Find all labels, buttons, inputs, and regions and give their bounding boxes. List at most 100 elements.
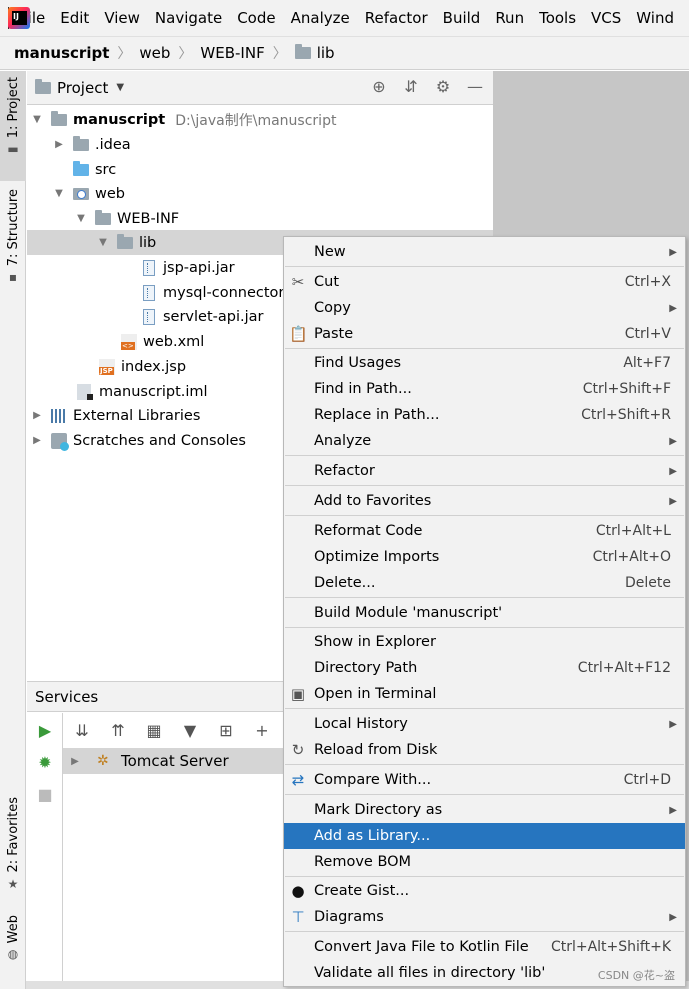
menu-item-add-to-favorites[interactable]: Add to Favorites ▶ [284,488,685,514]
menu-item-open-in-terminal[interactable]: ▣ Open in Terminal [284,681,685,707]
menu-refactor[interactable]: Refactor [365,9,428,27]
folder-icon [73,135,89,151]
minimize-icon[interactable]: — [465,77,485,97]
menu-item-optimize-imports[interactable]: Optimize Imports Ctrl+Alt+O [284,544,685,570]
menu-item-mark-directory-as[interactable]: Mark Directory as ▶ [284,797,685,823]
menu-separator [285,455,684,456]
menu-item-cut[interactable]: ✂ Cut Ctrl+X [284,269,685,295]
menu-item-create-gist[interactable]: ● Create Gist... [284,878,685,904]
module-folder-icon [51,110,67,126]
menu-separator [285,876,684,877]
tool-tab-favorites[interactable]: 2: Favorites ★ [0,791,26,901]
tool-tab-project[interactable]: 1: Project ▬ [0,71,26,181]
menu-edit[interactable]: Edit [60,9,89,27]
web-folder-icon [73,187,89,200]
compare-arrows-icon: ⇄ [291,771,305,789]
menu-item-compare-with[interactable]: ⇄ Compare With... Ctrl+D [284,767,685,793]
menu-item-directory-path[interactable]: Directory Path Ctrl+Alt+F12 [284,655,685,681]
tree-node-manuscript-iml[interactable]: manuscript.iml [77,379,208,404]
menu-item-delete[interactable]: Delete... Delete [284,570,685,596]
breadcrumb-manuscript[interactable]: manuscript [14,44,109,62]
expanded-arrow-icon: ▼ [55,188,63,199]
tree-node-jsp-api-jar[interactable]: jsp-api.jar [143,255,235,280]
group-by-icon[interactable]: ▦ [143,721,165,740]
menu-separator [285,764,684,765]
expand-all-icon[interactable]: ⇊ [71,721,93,740]
tree-node-external-libraries[interactable]: ▶ External Libraries [31,403,200,428]
menu-navigate[interactable]: Navigate [155,9,222,27]
menu-vcs[interactable]: VCS [591,9,621,27]
main-menu-bar: File Edit View Navigate Code Analyze Ref… [0,0,689,36]
submenu-arrow-icon: ▶ [669,911,677,923]
menu-view[interactable]: View [104,9,140,27]
gear-icon[interactable]: ⚙ [433,77,453,97]
scratches-icon [51,432,69,451]
folder-icon [294,44,311,59]
menu-separator [285,348,684,349]
structure-icon: ▪ [8,270,18,285]
menu-analyze[interactable]: Analyze [291,9,350,27]
tree-node-scratches[interactable]: ▶ Scratches and Consoles [31,428,246,453]
menu-separator [285,931,684,932]
menu-window[interactable]: Wind [636,9,674,27]
run-icon[interactable]: ▶ [35,721,55,741]
tree-node-web-xml[interactable]: web.xml [121,329,204,354]
menu-item-convert-to-kotlin[interactable]: Convert Java File to Kotlin File Ctrl+Al… [284,934,685,960]
debug-bug-icon[interactable]: ✹ [35,753,55,773]
collapse-all-icon[interactable]: ⇈ [107,721,129,740]
menu-item-find-usages[interactable]: Find Usages Alt+F7 [284,350,685,376]
tree-node-servlet-api-jar[interactable]: servlet-api.jar [143,304,264,329]
project-view-selector[interactable]: Project ▼ [35,78,125,97]
clipboard-icon: 📋 [289,325,308,343]
menu-item-local-history[interactable]: Local History ▶ [284,711,685,737]
tree-node-index-jsp[interactable]: index.jsp [99,354,186,379]
menu-item-analyze[interactable]: Analyze ▶ [284,428,685,454]
submenu-arrow-icon: ▶ [669,246,677,258]
menu-tools[interactable]: Tools [539,9,576,27]
tree-node-web[interactable]: ▼ web [53,181,125,206]
breadcrumb: manuscript 〉 web 〉 WEB-INF 〉 lib [0,36,689,70]
menu-item-remove-bom[interactable]: Remove BOM [284,849,685,875]
menu-separator [285,266,684,267]
new-tab-icon[interactable]: ⊞ [215,721,237,740]
locate-target-icon[interactable]: ⊕ [369,77,389,97]
tree-node-idea[interactable]: ▶ .idea [53,132,131,157]
filter-icon[interactable]: ▼ [179,721,201,740]
jar-file-icon [143,284,155,301]
menu-item-build-module[interactable]: Build Module 'manuscript' [284,600,685,626]
menu-item-add-as-library[interactable]: Add as Library... [284,823,685,849]
chevron-down-icon: ▼ [116,82,125,93]
expanded-arrow-icon: ▼ [33,114,41,125]
tree-node-mysql-connector-jar[interactable]: mysql-connector- [143,280,289,305]
tree-node-manuscript[interactable]: ▼ manuscript D:\java制作\manuscript [31,107,336,132]
menu-run[interactable]: Run [495,9,524,27]
menu-item-show-in-explorer[interactable]: Show in Explorer [284,629,685,655]
services-toolbar: ⇊ ⇈ ▦ ▼ ⊞ + [63,713,273,747]
add-icon[interactable]: + [251,721,273,740]
jar-file-icon [143,308,155,325]
menu-item-new[interactable]: New ▶ [284,239,685,265]
menu-build[interactable]: Build [443,9,481,27]
stop-icon[interactable]: ■ [35,785,55,805]
menu-item-reload-from-disk[interactable]: ↻ Reload from Disk [284,737,685,763]
menu-item-refactor[interactable]: Refactor ▶ [284,458,685,484]
menu-item-paste[interactable]: 📋 Paste Ctrl+V [284,321,685,347]
menu-item-replace-in-path[interactable]: Replace in Path... Ctrl+Shift+R [284,402,685,428]
breadcrumb-separator-icon: 〉 [117,46,132,62]
services-side-toolbar: ▶ ✹ ■ [27,713,63,989]
menu-separator [285,708,684,709]
breadcrumb-web-inf[interactable]: WEB-INF [200,44,264,62]
menu-item-find-in-path[interactable]: Find in Path... Ctrl+Shift+F [284,376,685,402]
menu-item-reformat-code[interactable]: Reformat Code Ctrl+Alt+L [284,518,685,544]
tool-tab-web[interactable]: Web ◍ [0,909,26,979]
tree-node-web-inf[interactable]: ▼ WEB-INF [75,206,179,231]
collapse-all-icon[interactable]: ⇵ [401,77,421,97]
breadcrumb-web[interactable]: web [139,44,170,62]
menu-code[interactable]: Code [237,9,275,27]
tool-tab-structure[interactable]: 7: Structure ▪ [0,183,26,285]
menu-item-diagrams[interactable]: ⊤ Diagrams ▶ [284,904,685,930]
breadcrumb-lib[interactable]: lib [294,44,335,62]
tree-node-src[interactable]: src [73,157,116,182]
refresh-icon: ↻ [291,741,305,759]
menu-item-copy[interactable]: Copy ▶ [284,295,685,321]
